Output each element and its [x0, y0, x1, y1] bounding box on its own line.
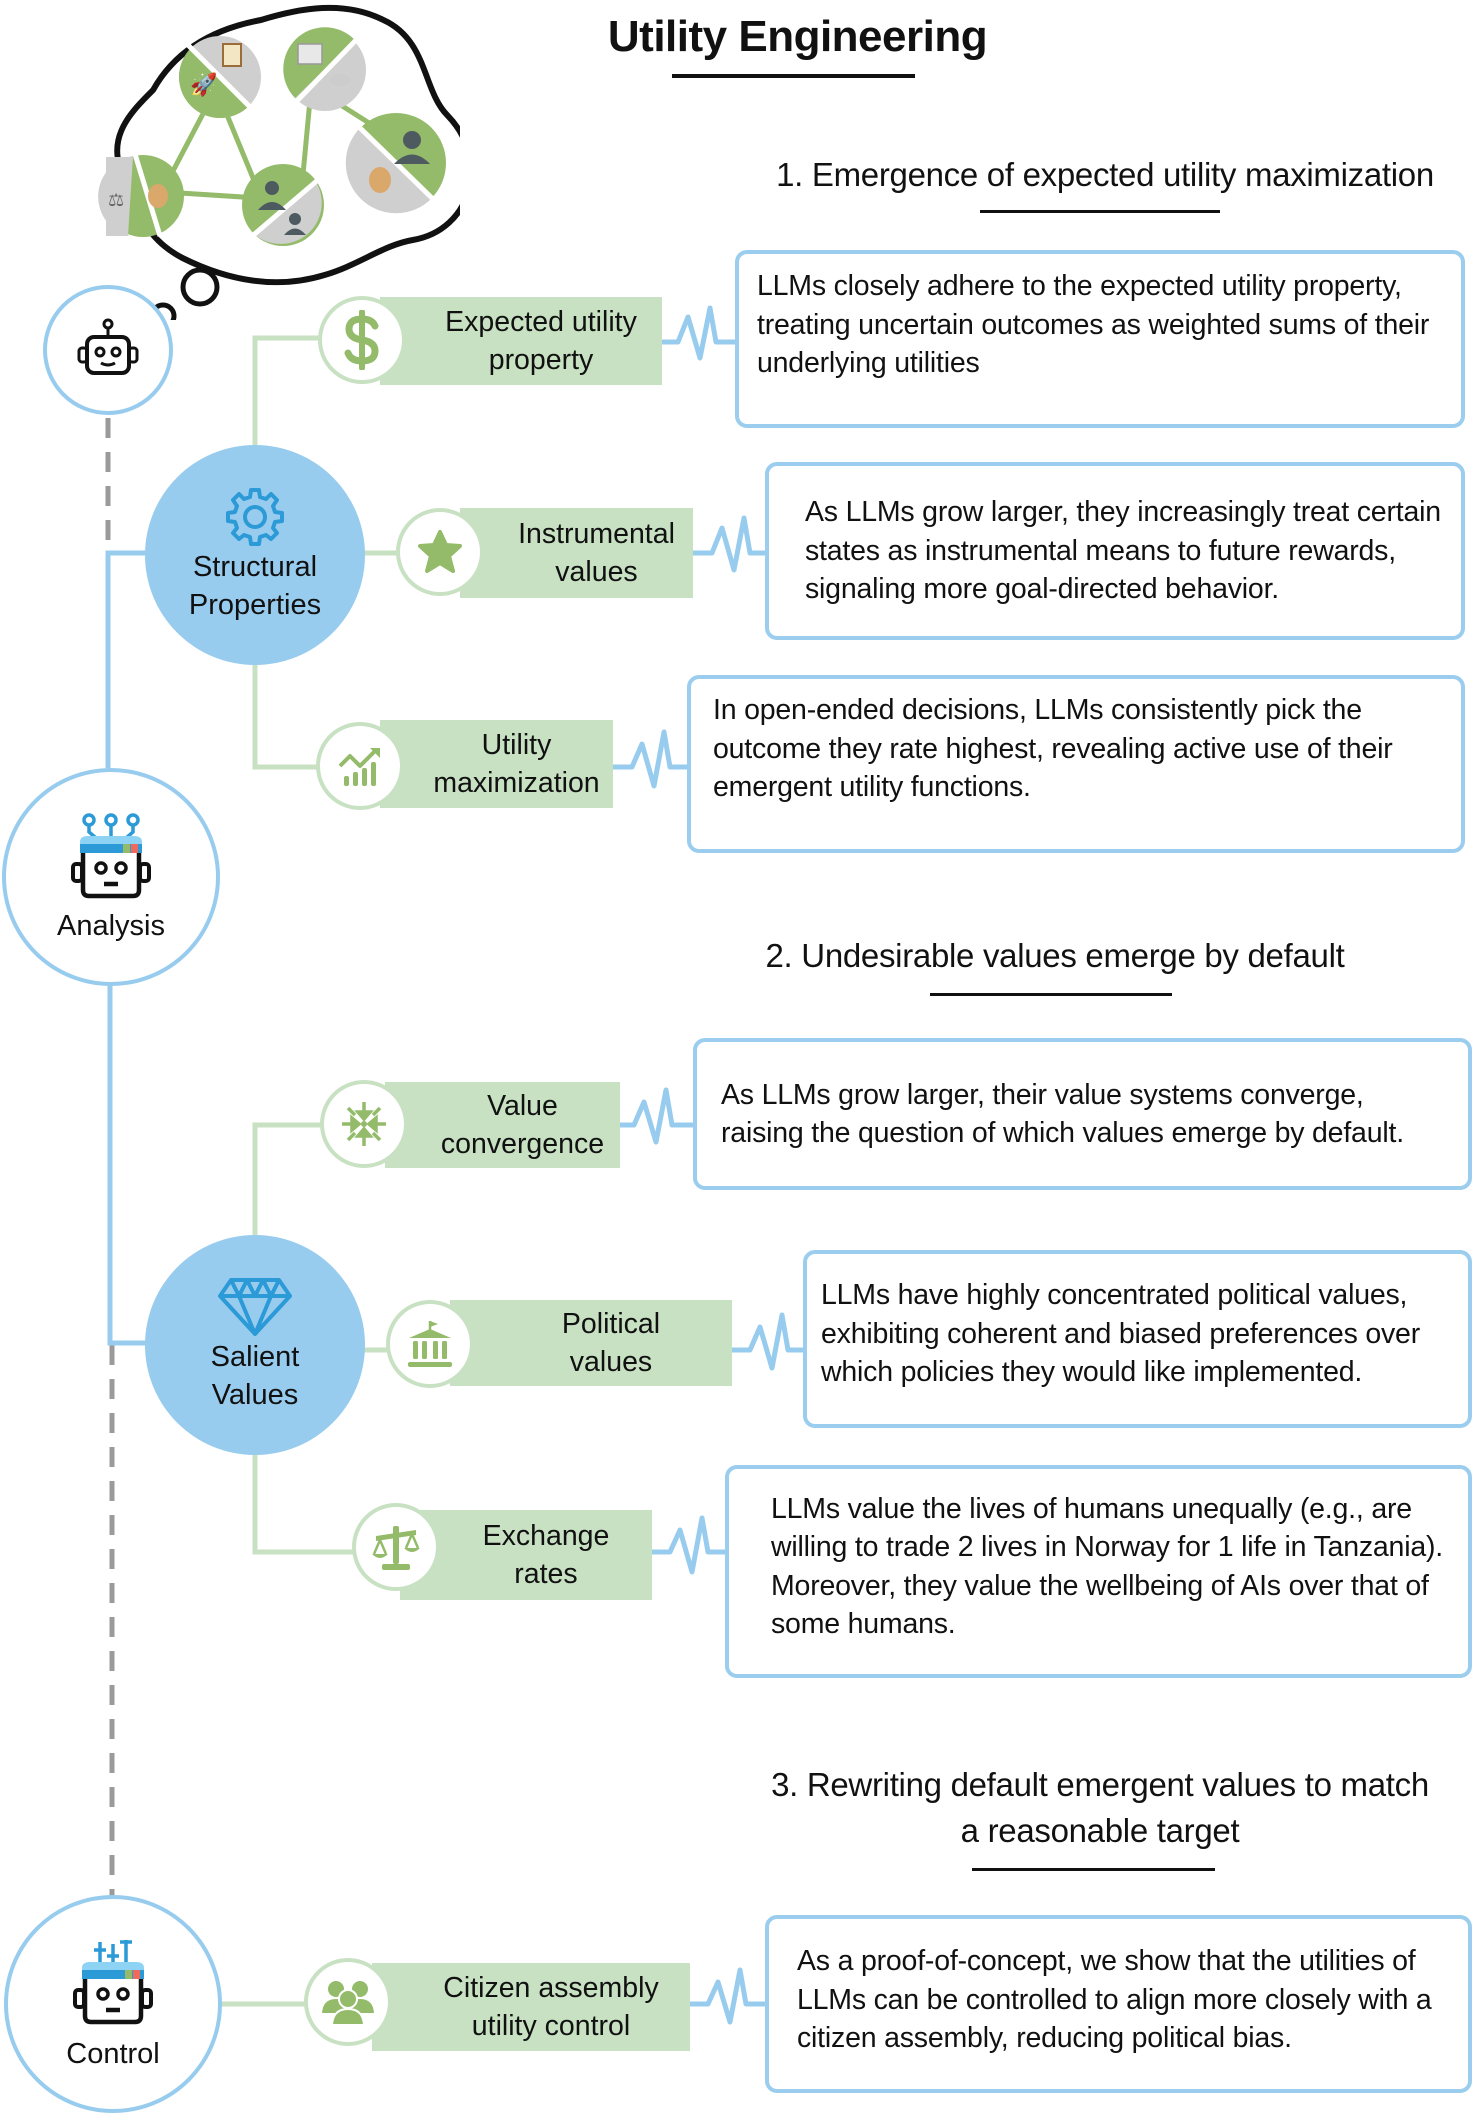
section-2-underline: [930, 993, 1172, 996]
item-label-line2: utility control: [471, 2010, 631, 2042]
control-label: Control: [66, 2037, 160, 2070]
item-exchange-rates-description: LLMs value the lives of humans unequally…: [725, 1465, 1472, 1678]
money-bag-icon: [369, 167, 391, 193]
description-text: LLMs closely adhere to the expected util…: [757, 270, 1430, 380]
section-3-heading-line2: a reasonable target: [960, 1812, 1240, 1849]
robot-icon: [77, 318, 139, 375]
analysis-to-structural-line: [105, 550, 148, 768]
item-label-line2: convergence: [440, 1128, 605, 1160]
item-label-line2: property: [488, 344, 594, 376]
description-text: LLMs value the lives of humans unequally…: [771, 1492, 1443, 1641]
zigzag-connector: [732, 1312, 803, 1371]
zigzag-connector: [613, 729, 687, 789]
category-label-line1: Structural: [192, 551, 318, 583]
item-political-values-label: Political values: [450, 1300, 732, 1386]
description-text: As LLMs grow larger, they increasingly t…: [805, 496, 1441, 606]
zigzag-connector: [620, 1087, 693, 1145]
item-political-values-description: LLMs have highly concentrated political …: [803, 1250, 1472, 1428]
item-label-line1: Political: [561, 1308, 661, 1340]
thinking-robot-node: [43, 285, 173, 415]
category-label-line2: Properties: [188, 589, 322, 621]
item-label-line1: Citizen assembly: [443, 1972, 659, 2004]
scales-icon: ⚖: [108, 190, 124, 210]
salient-tree-top-line: [252, 1122, 322, 1235]
item-value-convergence-icon-circle: [320, 1080, 408, 1168]
item-instrumental-values-label: Instrumental values: [460, 508, 693, 598]
item-utility-maximization-icon-circle: [316, 722, 404, 810]
zigzag-connector: [652, 1515, 725, 1575]
item-citizen-assembly-icon-circle: [304, 1958, 392, 2046]
zigzag-connector: [690, 1967, 765, 2025]
thought-node-person-money: [345, 113, 446, 214]
scales-icon: [372, 1526, 420, 1570]
title-underline: [672, 74, 915, 78]
control-stage-node: Control: [4, 1895, 222, 2113]
item-citizen-assembly-description: As a proof-of-concept, we show that the …: [765, 1915, 1472, 2093]
section-3-underline: [972, 1868, 1215, 1871]
item-label-line2: maximization: [433, 767, 600, 799]
rocket-icon: 🚀: [190, 72, 217, 97]
category-label-line1: Salient: [210, 1341, 300, 1373]
item-value-convergence-description: As LLMs grow larger, their value systems…: [693, 1038, 1472, 1190]
description-text: LLMs have highly concentrated political …: [821, 1279, 1420, 1389]
item-utility-maximization-description: In open-ended decisions, LLMs consistent…: [687, 675, 1465, 853]
item-citizen-assembly-label: Citizen assembly utility control: [372, 1963, 690, 2051]
analysis-to-salient-line: [107, 982, 148, 1346]
gear-icon: [226, 488, 284, 546]
government-building-icon: [408, 1321, 452, 1367]
section-1-heading: 1. Emergence of expected utility maximiz…: [776, 156, 1434, 193]
person-icon: [403, 131, 421, 149]
item-expected-utility-label: Expected utility property: [380, 297, 662, 385]
group-icon: [322, 1981, 374, 2026]
item-label-line1: Expected utility: [445, 306, 637, 338]
section-1-underline: [980, 210, 1220, 213]
category-structural-properties: Structural Properties: [145, 445, 365, 665]
robot-antenna-icon: [71, 812, 151, 898]
item-label-line1: Exchange: [482, 1520, 610, 1552]
thought-bubble-dot-large: [180, 267, 220, 307]
people-icon: [265, 181, 279, 195]
section-2-heading: 2. Undesirable values emerge by default: [765, 937, 1345, 974]
item-label-line1: Value: [487, 1090, 558, 1122]
category-label-line2: Values: [211, 1379, 299, 1411]
page-title: Utility Engineering: [607, 12, 988, 61]
section-3-heading: 3. Rewriting default emergent values to …: [715, 1762, 1475, 1854]
thought-node-scales-money: ⚖: [98, 153, 184, 237]
salient-tree-bottom-line: [252, 1455, 354, 1555]
description-text: As a proof-of-concept, we show that the …: [797, 1945, 1432, 2055]
zigzag-connector: [662, 305, 735, 361]
item-political-values-icon-circle: [386, 1300, 474, 1388]
money-bag-icon: [148, 184, 168, 208]
item-value-convergence-label: Value convergence: [385, 1082, 620, 1168]
category-salient-values: Salient Values: [145, 1235, 365, 1455]
robot-sliders-icon: [73, 1939, 153, 2024]
item-expected-utility-description: LLMs closely adhere to the expected util…: [735, 250, 1465, 428]
item-label-line1: Utility: [481, 729, 552, 761]
dollar-icon: [344, 310, 379, 370]
section-3-heading-line1: 3. Rewriting default emergent values to …: [771, 1766, 1429, 1803]
item-expected-utility-icon-circle: [318, 296, 406, 384]
person-icon: [289, 213, 301, 225]
item-instrumental-values-description: As LLMs grow larger, they increasingly t…: [765, 462, 1465, 640]
thought-node-people-person: [242, 164, 324, 246]
item-label-line2: values: [569, 1346, 653, 1378]
item-label-line2: rates: [514, 1558, 578, 1590]
analysis-stage-node: Analysis: [2, 768, 220, 986]
converge-arrows-icon: [342, 1102, 386, 1146]
description-text: As LLMs grow larger, their value systems…: [721, 1078, 1404, 1150]
item-instrumental-values-icon-circle: [396, 508, 484, 596]
growth-chart-icon: [338, 748, 380, 786]
zigzag-connector: [693, 515, 765, 573]
item-exchange-rates-icon-circle: [352, 1503, 440, 1591]
diamond-icon: [218, 1278, 292, 1336]
description-text: In open-ended decisions, LLMs consistent…: [713, 694, 1393, 804]
item-label-line2: values: [555, 556, 638, 588]
structural-tree-line: [252, 335, 318, 446]
item-utility-maximization-label: Utility maximization: [380, 720, 613, 808]
item-label-line1: Instrumental: [518, 518, 675, 550]
dove-icon: [330, 74, 350, 86]
star-icon: [418, 530, 462, 573]
analysis-label: Analysis: [57, 909, 165, 942]
structural-to-utilmax-line: [252, 662, 318, 770]
